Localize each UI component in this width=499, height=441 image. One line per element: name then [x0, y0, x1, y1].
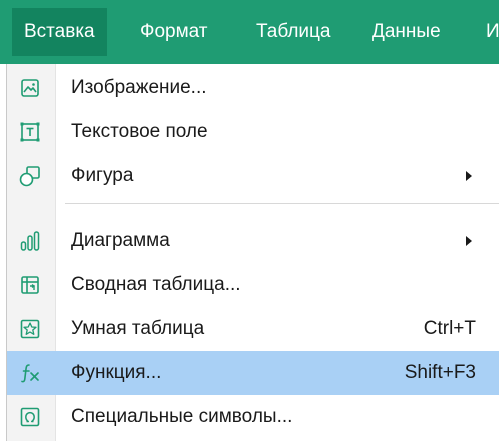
menu-item-function[interactable]: Функция... Shift+F3	[7, 351, 499, 395]
chart-icon	[19, 230, 41, 252]
menu-item-image[interactable]: Изображение...	[7, 66, 499, 110]
menu-data[interactable]: Данные	[360, 8, 453, 56]
smart-table-icon	[19, 318, 41, 340]
special-symbols-icon	[19, 406, 41, 428]
menu-item-label: Текстовое поле	[71, 121, 208, 142]
menu-item-label: Функция...	[71, 362, 162, 383]
menu-item-label: Изображение...	[71, 77, 207, 98]
insert-dropdown-menu: Изображение... Текстовое поле Фигура Диа…	[6, 64, 499, 441]
submenu-arrow-icon	[466, 171, 472, 181]
submenu-arrow-icon	[466, 236, 472, 246]
shape-icon	[19, 165, 41, 187]
menu-item-label: Сводная таблица...	[71, 274, 241, 295]
pivot-table-icon	[19, 274, 41, 296]
menu-bar: Вставка Формат Таблица Данные И	[0, 0, 499, 64]
menu-item-shape[interactable]: Фигура	[7, 154, 499, 198]
menu-format[interactable]: Формат	[128, 8, 220, 56]
menu-separator	[65, 203, 499, 204]
menu-item-label: Умная таблица	[71, 318, 205, 339]
menu-item-pivot-table[interactable]: Сводная таблица...	[7, 263, 499, 307]
text-box-icon	[19, 121, 41, 143]
menu-item-label: Диаграмма	[71, 230, 170, 251]
image-icon	[19, 77, 41, 99]
menu-next-truncated[interactable]: И	[474, 8, 499, 56]
menu-item-label: Специальные символы...	[71, 406, 293, 427]
menu-item-smart-table[interactable]: Умная таблица Ctrl+T	[7, 307, 499, 351]
menu-item-special-symbols[interactable]: Специальные символы...	[7, 395, 499, 439]
menu-table[interactable]: Таблица	[244, 8, 343, 56]
function-icon	[19, 362, 41, 384]
menu-insert[interactable]: Вставка	[12, 8, 107, 56]
menu-item-text-box[interactable]: Текстовое поле	[7, 110, 499, 154]
menu-item-chart[interactable]: Диаграмма	[7, 219, 499, 263]
shortcut-label: Ctrl+T	[423, 318, 476, 339]
shortcut-label: Shift+F3	[404, 362, 476, 383]
menu-item-label: Фигура	[71, 165, 134, 186]
